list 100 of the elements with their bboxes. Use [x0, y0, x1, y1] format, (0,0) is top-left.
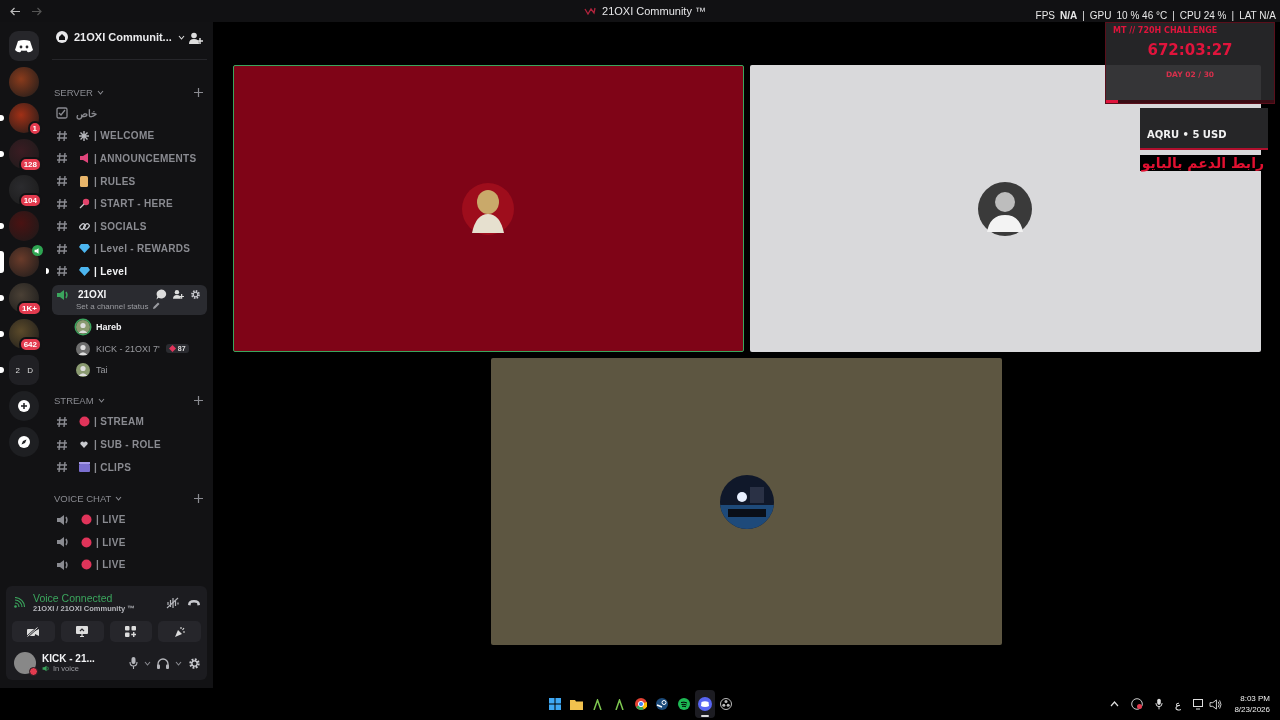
connection-icon — [14, 597, 25, 608]
microphone-icon[interactable] — [129, 657, 138, 669]
noise-suppression-icon[interactable] — [166, 596, 179, 609]
video-tile[interactable] — [749, 65, 1261, 352]
invite-icon[interactable] — [189, 32, 203, 45]
channel-name[interactable]: | STREAM — [94, 416, 145, 428]
settings-icon[interactable] — [190, 289, 201, 301]
discover-button[interactable] — [9, 427, 39, 457]
add-channel-icon[interactable] — [194, 493, 203, 503]
soundboard-icon — [173, 625, 186, 638]
headphones-icon[interactable] — [157, 657, 169, 669]
speaker-icon — [56, 513, 70, 526]
clock-date[interactable]: 8/23/2026 — [1234, 704, 1270, 715]
channel-emoji-icon — [78, 220, 90, 232]
screen-share-button[interactable] — [60, 621, 104, 642]
chevron-icon — [144, 660, 151, 666]
plus-icon — [18, 400, 30, 412]
server-logo-icon — [584, 7, 597, 15]
channel-emoji-icon — [80, 514, 92, 526]
channel-name[interactable]: | Level — [94, 265, 128, 277]
add-server-button[interactable] — [9, 391, 39, 421]
voice-status: Voice Connected — [33, 592, 114, 604]
channel-name[interactable]: | LIVE — [96, 514, 126, 526]
hash-icon — [56, 197, 68, 210]
channel-emoji-icon — [78, 266, 90, 276]
category-label[interactable]: SERVER — [54, 86, 93, 98]
settings-icon[interactable] — [188, 656, 201, 670]
video-tile[interactable] — [232, 65, 744, 352]
server-home-icon — [56, 31, 68, 43]
add-channel-icon[interactable] — [194, 396, 203, 406]
member-name[interactable]: Hareb — [96, 322, 122, 333]
channel-emoji-icon — [78, 130, 90, 141]
performance-stat: FPS — [1035, 10, 1055, 21]
figure-avatar — [978, 181, 1032, 236]
hash-icon — [56, 461, 68, 474]
server-icon[interactable] — [9, 247, 39, 277]
member-name[interactable]: KICK - 21OXI 7' — [96, 343, 160, 354]
add-channel-icon[interactable] — [194, 87, 203, 97]
channel-name[interactable]: | ANNOUNCEMENTS — [94, 153, 197, 164]
member-name[interactable]: Tai — [96, 365, 108, 375]
clock-time[interactable]: 8:03 PM — [1240, 693, 1270, 704]
channel-name[interactable]: | Level - REWARDS — [94, 243, 191, 255]
keyboard-language[interactable]: ع — [1175, 698, 1182, 710]
voice-channel[interactable]: 21OXI Set a channel status — [52, 284, 207, 315]
microphone-icon[interactable] — [1155, 698, 1164, 710]
mention-badge: 642 — [18, 337, 42, 352]
channel-name[interactable]: خاص — [76, 107, 97, 119]
soundboard-button[interactable] — [158, 621, 201, 642]
category-label[interactable]: VOICE CHAT — [54, 492, 112, 504]
category-label[interactable]: STREAM — [54, 395, 94, 407]
disconnect-icon[interactable] — [187, 598, 201, 607]
mention-badge: 1K+ — [17, 301, 42, 316]
chevron-icon — [175, 660, 182, 666]
window-title: 21OXI Community ™ — [602, 5, 706, 17]
activities-button[interactable] — [109, 621, 153, 642]
folder-label: D — [27, 365, 34, 375]
controller-logo-icon — [15, 39, 33, 53]
channel-status[interactable]: Set a channel status — [76, 301, 149, 311]
support-text: رابط الدعم بالبايو — [1139, 155, 1266, 171]
stat-separator: | — [1082, 10, 1085, 21]
channel-name[interactable]: | LIVE — [96, 536, 126, 548]
channel-name[interactable]: | CLIPS — [94, 461, 132, 473]
user-name[interactable]: KICK - 21... — [42, 653, 123, 664]
camera-off-icon — [27, 626, 40, 637]
home-button[interactable] — [9, 31, 39, 61]
speaker-icon — [56, 536, 70, 549]
chat-icon[interactable] — [156, 289, 167, 301]
user-avatar[interactable] — [14, 652, 36, 674]
back-arrow-icon[interactable] — [10, 6, 21, 16]
channel-name[interactable]: | START - HERE — [94, 198, 174, 210]
chat-app-icon[interactable] — [694, 690, 716, 718]
server-folder[interactable]: 2 D — [9, 355, 39, 385]
network-icon[interactable] — [1193, 698, 1206, 710]
chevron-icon — [96, 89, 104, 95]
pencil-icon[interactable] — [151, 302, 160, 311]
chevron-up-icon[interactable] — [1110, 701, 1120, 707]
checklist-icon — [56, 107, 68, 120]
forward-arrow-icon[interactable] — [31, 6, 42, 16]
channel-name[interactable]: | SUB - ROLE — [94, 439, 161, 451]
performance-stat: 10 % 46 °C — [1116, 10, 1168, 21]
channel-name[interactable]: | WELCOME — [94, 130, 155, 142]
server-header[interactable]: 21OXI Communit... — [52, 21, 185, 53]
activities-icon — [125, 626, 137, 637]
channel-emoji-icon — [78, 153, 90, 164]
video-tile[interactable] — [491, 358, 1002, 645]
speaker-icon — [56, 558, 70, 571]
channel-name[interactable]: | SOCIALS — [94, 220, 147, 232]
hash-icon — [56, 129, 68, 142]
screen-share-icon — [76, 626, 89, 637]
hash-icon — [56, 175, 68, 188]
hash-icon — [56, 438, 68, 451]
channel-name[interactable]: | RULES — [94, 175, 136, 187]
channel-name: 21OXI — [78, 289, 107, 301]
channel-name[interactable]: | LIVE — [96, 559, 126, 571]
tray-app-icon[interactable] — [1131, 698, 1144, 710]
folder-label: 2 — [15, 365, 20, 375]
camera-off-button[interactable] — [12, 621, 55, 642]
speaker-icon — [56, 288, 70, 301]
volume-icon[interactable] — [1209, 698, 1223, 710]
invite-icon[interactable] — [173, 289, 184, 301]
